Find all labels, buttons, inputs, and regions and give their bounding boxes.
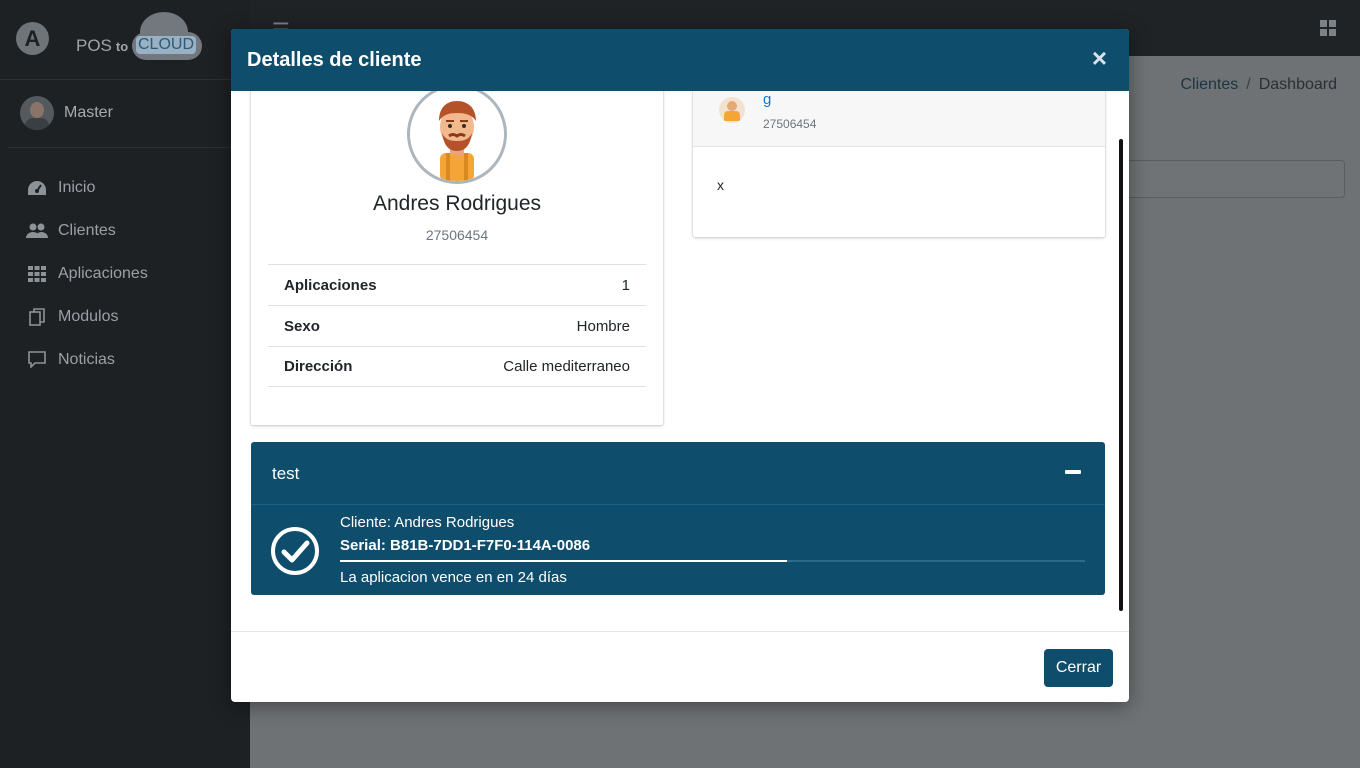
brand-to: to: [115, 39, 129, 54]
search-input[interactable]: [1115, 160, 1345, 198]
sidebar-item-clientes[interactable]: Clientes: [0, 209, 250, 252]
th-grid-icon: [26, 265, 48, 283]
sidebar-item-modulos[interactable]: Modulos: [0, 295, 250, 338]
tachometer-icon: [26, 179, 48, 197]
comment-icon: [26, 351, 48, 369]
apps-grid-icon[interactable]: [1320, 20, 1336, 36]
modal-body[interactable]: Andres Rodrigues 27506454 Aplicaciones 1…: [231, 91, 1129, 631]
sidebar-item-label: Noticias: [58, 350, 115, 368]
application-title: test: [272, 464, 300, 483]
info-value: 1: [621, 276, 630, 294]
list-item: Sexo Hombre: [268, 305, 646, 346]
application-serial: Serial: B81B-7DD1-F7F0-114A-0086: [340, 537, 591, 554]
comment-text: x: [717, 177, 724, 193]
breadcrumb-current: Dashboard: [1258, 76, 1337, 93]
brand-cloud-label: CLOUD: [136, 36, 197, 54]
users-icon: [26, 222, 48, 240]
comment-author-id: 27506454: [763, 117, 817, 131]
application-expiry: La aplicacion vence en en 24 días: [340, 569, 567, 586]
profile-id: 27506454: [425, 227, 489, 243]
collapse-minus-icon[interactable]: [1065, 470, 1081, 474]
sidebar-item-label: Aplicaciones: [58, 264, 148, 282]
modal-title: Detalles de cliente: [247, 49, 422, 71]
brand-pos: POS: [76, 36, 112, 55]
client-details-modal: Detalles de cliente × Andres Rodrigues 2…: [231, 29, 1129, 702]
cloud-icon: CLOUD: [132, 12, 202, 60]
sidebar-item-aplicaciones[interactable]: Aplicaciones: [0, 252, 250, 295]
info-key: Dirección: [284, 358, 353, 375]
modal-footer: Cerrar: [231, 631, 1129, 702]
info-key: Aplicaciones: [284, 276, 377, 294]
brand-text: POS to: [76, 36, 132, 56]
profile-name: Andres Rodrigues: [372, 192, 542, 215]
comment-header: g 27506454: [693, 91, 1105, 147]
sidebar-item-inicio[interactable]: Inicio: [0, 166, 250, 209]
sidebar-item-label: Inicio: [58, 178, 96, 196]
user-panel[interactable]: Master: [8, 80, 242, 148]
info-key: Sexo: [284, 317, 320, 335]
application-card: test Cliente: Andres Rodrigues Serial: B…: [251, 442, 1105, 595]
sidebar-item-noticias[interactable]: Noticias: [0, 338, 250, 381]
user-name: Master: [64, 104, 113, 121]
close-button[interactable]: Cerrar: [1044, 649, 1113, 687]
profile-info-list: Aplicaciones 1 Sexo Hombre Dirección Cal…: [268, 264, 646, 387]
application-client: Cliente: Andres Rodrigues: [340, 514, 515, 531]
avatar: [20, 96, 54, 130]
comment-card: g 27506454 x: [693, 91, 1105, 237]
profile-card: Andres Rodrigues 27506454 Aplicaciones 1…: [251, 91, 663, 425]
copy-icon: [26, 307, 48, 326]
brand[interactable]: A POS to CLOUD: [0, 0, 250, 80]
progress-fill: [340, 560, 787, 562]
comment-author-link[interactable]: g: [763, 91, 771, 108]
brand-logo-icon: A: [16, 22, 49, 55]
breadcrumb: Clientes / Dashboard: [1180, 76, 1337, 94]
sidebar: A POS to CLOUD Master Inicio Clientes Ap…: [0, 0, 250, 768]
sidebar-item-label: Clientes: [58, 221, 116, 239]
sidebar-nav: Inicio Clientes Aplicaciones Modulos Not…: [0, 166, 250, 381]
application-card-header: test: [251, 442, 1105, 505]
check-circle-icon: [271, 527, 319, 575]
list-item: Dirección Calle mediterraneo: [268, 346, 646, 387]
breadcrumb-link-clientes[interactable]: Clientes: [1180, 76, 1238, 93]
expiry-progress-bar: [340, 560, 1085, 562]
sidebar-item-label: Modulos: [58, 307, 119, 325]
list-item: Aplicaciones 1: [268, 264, 646, 305]
info-value: Hombre: [576, 317, 630, 335]
profile-avatar: [407, 91, 507, 184]
close-icon[interactable]: ×: [1092, 45, 1107, 71]
breadcrumb-separator: /: [1246, 76, 1251, 93]
modal-header: Detalles de cliente ×: [231, 29, 1129, 91]
scrollbar[interactable]: [1119, 139, 1123, 611]
info-value: Calle mediterraneo: [503, 358, 630, 375]
avatar: [719, 97, 745, 123]
